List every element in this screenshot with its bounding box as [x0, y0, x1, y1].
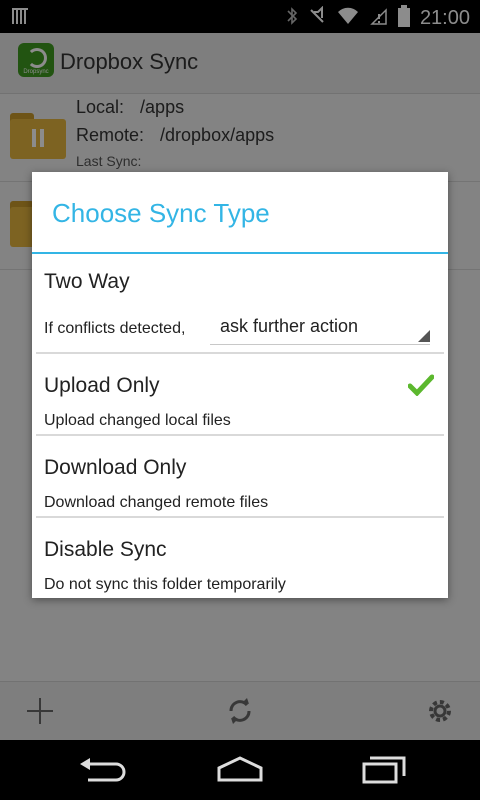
- option-title: Upload Only: [44, 374, 160, 397]
- option-title: Two Way: [44, 270, 130, 293]
- option-description: Do not sync this folder temporarily: [44, 576, 286, 593]
- option-two-way[interactable]: Two Way If conflicts detected, ask furth…: [32, 254, 448, 354]
- option-download-only[interactable]: Download Only Download changed remote fi…: [32, 436, 448, 518]
- option-description: Upload changed local files: [44, 412, 231, 429]
- option-description: Download changed remote files: [44, 494, 269, 511]
- option-title: Disable Sync: [44, 538, 167, 561]
- option-disable-sync[interactable]: Disable Sync Do not sync this folder tem…: [32, 518, 448, 598]
- option-upload-only[interactable]: Upload Only Upload changed local files: [32, 354, 448, 436]
- recent-apps-icon[interactable]: [360, 754, 410, 786]
- conflict-label: If conflicts detected,: [44, 320, 186, 337]
- choose-sync-type-dialog: Choose Sync Type Two Way If conflicts de…: [32, 172, 448, 598]
- conflict-action-select[interactable]: ask further action: [210, 316, 430, 345]
- navigation-bar: [0, 740, 480, 800]
- dropdown-triangle-icon: [418, 330, 430, 342]
- home-icon[interactable]: [215, 754, 265, 786]
- checkmark-icon: [407, 374, 435, 401]
- conflict-action-value: ask further action: [220, 316, 359, 336]
- back-icon[interactable]: [78, 754, 128, 786]
- dialog-title: Choose Sync Type: [52, 198, 270, 228]
- option-title: Download Only: [44, 456, 187, 479]
